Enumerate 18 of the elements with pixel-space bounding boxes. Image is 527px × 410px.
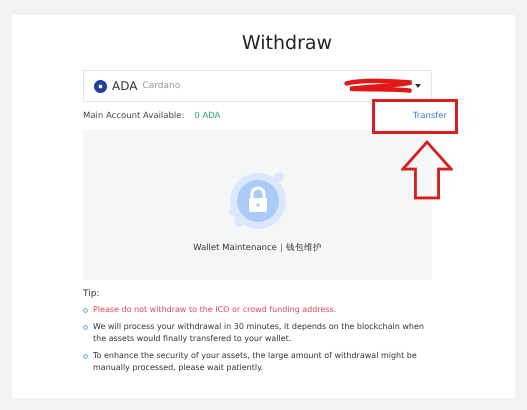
page-title: Withdraw	[240, 31, 334, 56]
transfer-link[interactable]: Transfer	[412, 111, 447, 121]
asset-select[interactable]: ADA Cardano	[83, 70, 432, 102]
maintenance-message: Wallet Maintenance｜钱包维护	[193, 242, 322, 254]
tip-heading: Tip:	[83, 289, 100, 299]
bullet-icon	[83, 354, 88, 359]
bullet-icon	[83, 325, 88, 330]
tip-text: We will process your withdrawal in 30 minutes, it depends on the blockchain when the assets would finally transfered to your wallet.	[93, 321, 425, 345]
bullet-icon	[83, 308, 88, 313]
coin-icon	[94, 80, 107, 92]
up-arrow-icon	[401, 140, 453, 200]
tip-text: To enhance the security of your assets, the large amount of withdrawal might be manually processed, please wait patiently.	[93, 350, 418, 374]
available-label: Main Account Available:	[83, 111, 184, 121]
caret-icon	[415, 84, 421, 88]
asset-symbol: ADA	[112, 79, 138, 93]
available-value: 0 ADA	[194, 111, 220, 121]
tip-text: Please do not withdraw to the ICO or crowd funding address.	[93, 304, 338, 316]
asset-name: Cardano	[142, 81, 180, 91]
